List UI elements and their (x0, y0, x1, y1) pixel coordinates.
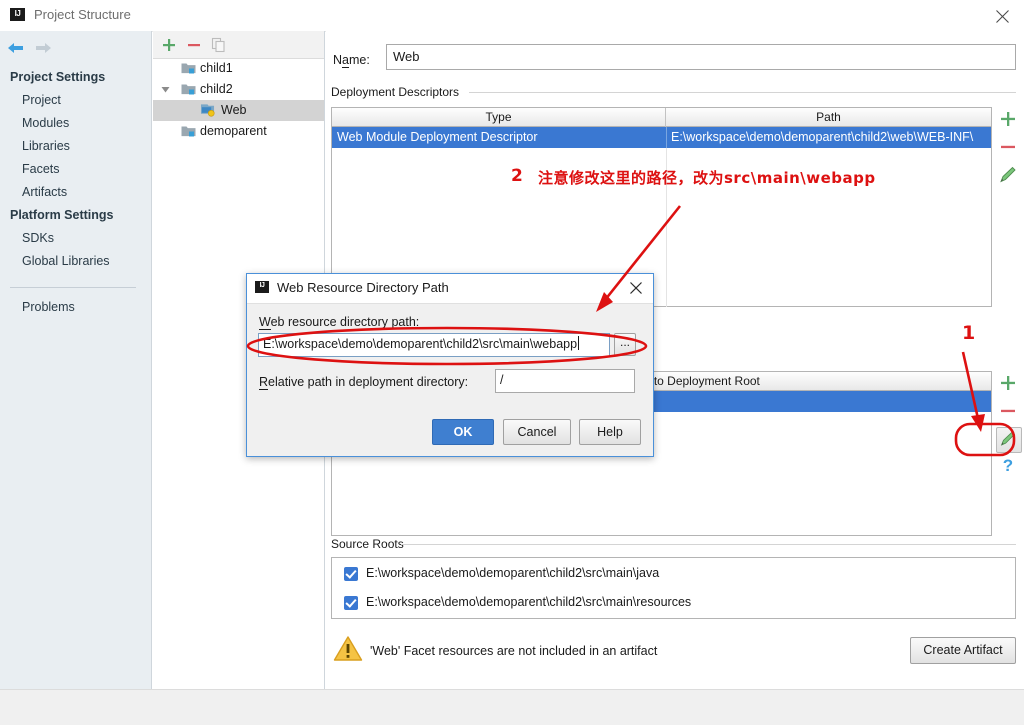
dialog-title: Web Resource Directory Path (277, 280, 449, 295)
sidebar-item-modules[interactable]: Modules (22, 116, 69, 130)
tree-toolbar (153, 31, 324, 59)
dialog-ok-button[interactable]: OK (432, 419, 494, 445)
tree-node-label: child2 (200, 82, 233, 96)
window-close-button[interactable] (980, 0, 1024, 30)
tree-node-label: demoparent (200, 124, 267, 138)
add-button[interactable] (161, 37, 177, 53)
web-facet-icon (200, 104, 215, 117)
tree-node-child1[interactable]: child1 (153, 58, 324, 79)
minus-icon (1001, 145, 1015, 149)
sidebar-item-project[interactable]: Project (22, 93, 61, 107)
sidebar-divider (10, 287, 136, 288)
create-artifact-button[interactable]: Create Artifact (910, 637, 1016, 664)
plus-icon (163, 39, 175, 51)
group-divider (469, 92, 1016, 93)
name-label: Name: (333, 53, 370, 68)
sidebar-item-problems[interactable]: Problems (22, 300, 75, 314)
copy-icon (211, 37, 225, 53)
remove-resource-dir-button[interactable] (996, 399, 1020, 423)
dialog-button-bar: http://blog.csdn.net/y012788547 OK Cance… (0, 689, 1024, 725)
source-root-checkbox[interactable] (344, 567, 358, 581)
source-root-checkbox[interactable] (344, 596, 358, 610)
edit-descriptor-button[interactable] (996, 163, 1020, 187)
minus-icon (188, 44, 200, 47)
group-divider (401, 544, 1016, 545)
sidebar-item-libraries[interactable]: Libraries (22, 139, 70, 153)
warning-message: 'Web' Facet resources are not included i… (370, 644, 658, 658)
dialog-close-button[interactable] (625, 278, 647, 298)
sidebar-item-artifacts[interactable]: Artifacts (22, 185, 67, 199)
cell-divider (666, 127, 667, 148)
source-root-path: E:\workspace\demo\demoparent\child2\src\… (366, 566, 660, 580)
dialog-title-bar: IJ Web Resource Directory Path (247, 274, 653, 304)
intellij-logo-icon: IJ (255, 281, 269, 295)
sidebar-item-facets[interactable]: Facets (22, 162, 60, 176)
module-folder-icon (181, 63, 196, 74)
dialog-help-button[interactable]: Help (579, 419, 641, 445)
tree-node-child2[interactable]: child2 (153, 79, 324, 100)
list-item[interactable]: E:\workspace\demo\demoparent\child2\src\… (332, 560, 1015, 589)
list-item[interactable]: E:\workspace\demo\demoparent\child2\src\… (332, 589, 1015, 618)
path-field-label: WWeb resource directory path:eb resource… (259, 315, 420, 330)
module-folder-icon (181, 126, 196, 137)
browse-button[interactable]: ... (614, 333, 636, 356)
table-header-row: Type Path (332, 108, 991, 127)
remove-button[interactable] (186, 37, 202, 53)
path-input-value: E:\workspace\demo\demoparent\child2\src\… (263, 337, 578, 351)
close-icon (996, 10, 1009, 23)
sidebar-group-platform-settings: Platform Settings (10, 208, 114, 222)
annotation-marker-2: 2 (511, 166, 523, 186)
project-structure-window: IJ Project Structure Project Settings Pr… (0, 0, 1024, 725)
tree-node-web[interactable]: Web (153, 100, 324, 121)
source-roots-group-label: Source Roots (331, 537, 409, 551)
warning-triangle-icon (333, 636, 363, 661)
name-input[interactable]: Web (386, 44, 1016, 70)
remove-descriptor-button[interactable] (996, 135, 1020, 159)
cell-type: Web Module Deployment Descriptor (337, 130, 538, 144)
column-header-path[interactable]: Path (666, 108, 991, 127)
window-title-bar: IJ Project Structure (0, 0, 1024, 32)
add-resource-dir-button[interactable] (996, 371, 1020, 395)
nav-arrows (6, 39, 57, 60)
column-header-type[interactable]: Type (332, 108, 666, 127)
intellij-logo-icon: IJ (10, 8, 25, 23)
module-folder-icon (181, 84, 196, 95)
forward-arrow-icon[interactable] (33, 39, 53, 57)
pencil-icon (1000, 431, 1016, 446)
settings-sidebar: Project Settings Project Modules Librari… (0, 31, 152, 689)
chevron-down-icon[interactable] (161, 85, 170, 94)
text-caret (578, 336, 580, 350)
relative-path-input[interactable]: / (495, 369, 635, 393)
annotation-marker-1: 1 (962, 322, 976, 344)
deployment-descriptors-group-label: Deployment Descriptors (331, 85, 465, 99)
dialog-cancel-button[interactable]: Cancel (503, 419, 571, 445)
add-descriptor-button[interactable] (996, 107, 1020, 131)
plus-icon (1001, 376, 1015, 390)
close-icon (630, 282, 642, 294)
plus-icon (1001, 112, 1015, 126)
tree-node-label: Web (221, 103, 247, 117)
relative-path-label: Relative path in deployment directory: (259, 375, 469, 390)
sidebar-group-project-settings: Project Settings (10, 70, 106, 84)
sidebar-item-sdks[interactable]: SDKs (22, 231, 54, 245)
tree-node-label: child1 (200, 61, 233, 75)
page-title: Project Structure (34, 7, 131, 22)
source-root-path: E:\workspace\demo\demoparent\child2\src\… (366, 595, 692, 609)
copy-button[interactable] (211, 37, 227, 53)
tree-node-demoparent[interactable]: demoparent (153, 121, 324, 142)
source-roots-list: E:\workspace\demo\demoparent\child2\src\… (331, 557, 1016, 619)
minus-icon (1001, 409, 1015, 413)
web-resource-directory-path-input[interactable]: E:\workspace\demo\demoparent\child2\src\… (258, 333, 610, 357)
pencil-icon (1000, 166, 1016, 183)
edit-resource-dir-button[interactable] (996, 427, 1022, 453)
cell-path: E:\workspace\demo\demoparent\child2\web\… (671, 130, 974, 144)
table-row[interactable]: Web Module Deployment Descriptor E:\work… (332, 127, 991, 148)
back-arrow-icon[interactable] (6, 39, 26, 57)
help-resource-dir-button[interactable]: ? (996, 455, 1020, 479)
sidebar-item-global-libraries[interactable]: Global Libraries (22, 254, 110, 268)
web-resource-directory-path-dialog: IJ Web Resource Directory Path WWeb reso… (246, 273, 654, 457)
annotation-note-2: 注意修改这里的路径，改为src\main\webapp (538, 169, 876, 187)
